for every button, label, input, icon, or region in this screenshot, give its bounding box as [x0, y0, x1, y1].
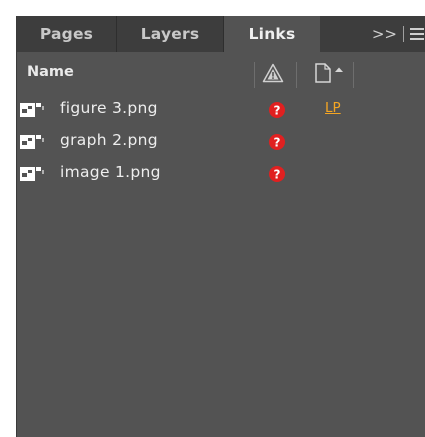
tab-links[interactable]: Links: [224, 16, 320, 52]
image-thumbnail-icon: [20, 166, 52, 185]
links-panel: Pages Layers Links >> Name figure 3.png …: [16, 16, 425, 437]
link-name: image 1.png: [60, 163, 161, 181]
column-header: Name: [17, 56, 425, 90]
tab-layers[interactable]: Layers: [117, 16, 224, 52]
missing-link-icon[interactable]: ?: [268, 165, 286, 187]
missing-link-icon[interactable]: ?: [268, 133, 286, 155]
tab-bar-controls: >>: [320, 16, 425, 52]
column-divider[interactable]: [296, 62, 297, 88]
panel-menu-icon[interactable]: [410, 28, 424, 40]
tab-pages[interactable]: Pages: [17, 16, 117, 52]
page-sort-icon[interactable]: [314, 62, 348, 88]
panel-tab-bar: Pages Layers Links >>: [17, 16, 425, 52]
image-thumbnail-icon: [20, 134, 52, 153]
page-number-link[interactable]: LP: [325, 100, 341, 116]
link-row[interactable]: figure 3.png ? LP: [17, 98, 425, 122]
svg-text:?: ?: [274, 136, 281, 150]
column-name-header[interactable]: Name: [27, 64, 74, 80]
missing-link-icon[interactable]: ?: [268, 101, 286, 123]
warning-triangle-icon[interactable]: [262, 63, 284, 87]
tab-bar-divider: [403, 26, 404, 42]
image-thumbnail-icon: [20, 102, 52, 121]
svg-text:?: ?: [274, 104, 281, 118]
link-name: figure 3.png: [60, 99, 158, 117]
svg-text:?: ?: [274, 168, 281, 182]
link-name: graph 2.png: [60, 131, 158, 149]
column-divider[interactable]: [254, 62, 255, 88]
column-divider[interactable]: [353, 62, 354, 88]
tab-overflow-button[interactable]: >>: [372, 25, 397, 43]
link-row[interactable]: graph 2.png ?: [17, 130, 425, 154]
link-row[interactable]: image 1.png ?: [17, 162, 425, 186]
